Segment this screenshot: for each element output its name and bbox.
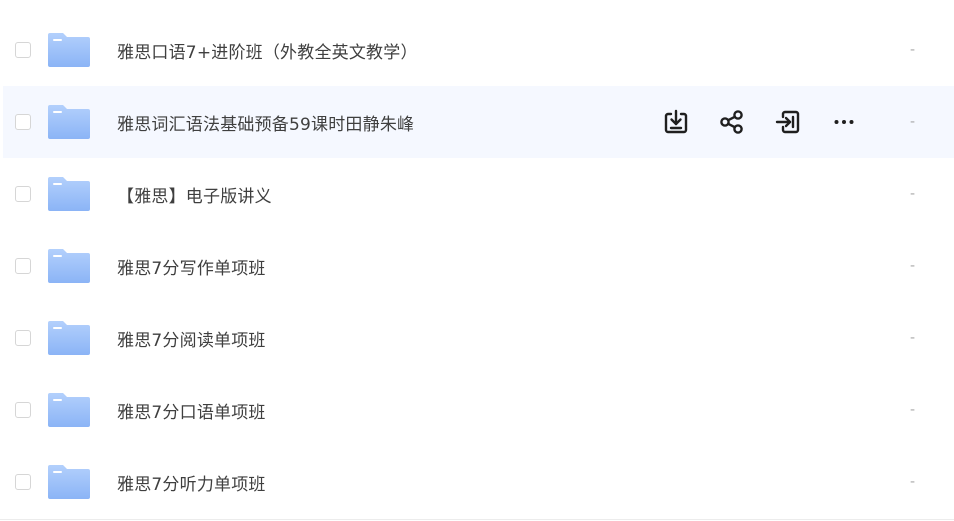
file-name[interactable]: 【雅思】电子版讲义	[117, 182, 272, 207]
file-name[interactable]: 雅思7分听力单项班	[117, 470, 266, 495]
row-checkbox[interactable]	[15, 186, 31, 202]
file-name[interactable]: 雅思7分口语单项班	[117, 398, 266, 423]
download-icon	[664, 109, 688, 134]
folder-icon	[48, 33, 90, 67]
move-to-icon	[775, 110, 800, 134]
modified-value: -	[910, 474, 916, 490]
folder-icon	[48, 321, 90, 355]
row-checkbox[interactable]	[15, 258, 31, 274]
share-icon	[720, 110, 743, 134]
list-bottom-divider	[0, 519, 954, 520]
file-row[interactable]: 雅思7分阅读单项班 -	[0, 302, 954, 374]
row-checkbox[interactable]	[15, 474, 31, 490]
modified-value: -	[910, 114, 916, 130]
folder-icon	[48, 105, 90, 139]
more-icon	[834, 120, 854, 124]
modified-value: -	[910, 42, 916, 58]
file-list: 雅思口语7+进阶班（外教全英文教学） - 雅思词汇语法基础预备59课时田静朱峰	[0, 14, 954, 518]
file-name[interactable]: 雅思7分阅读单项班	[117, 326, 266, 351]
folder-icon	[48, 249, 90, 283]
row-checkbox[interactable]	[15, 402, 31, 418]
file-row[interactable]: 雅思口语7+进阶班（外教全英文教学） -	[0, 14, 954, 86]
file-row[interactable]: 雅思7分写作单项班 -	[0, 230, 954, 302]
file-row[interactable]: 雅思7分口语单项班 -	[0, 374, 954, 446]
modified-value: -	[910, 330, 916, 346]
file-row[interactable]: 【雅思】电子版讲义 -	[0, 158, 954, 230]
file-row[interactable]: 雅思7分听力单项班 -	[0, 446, 954, 518]
file-row-hovered[interactable]: 雅思词汇语法基础预备59课时田静朱峰 -	[3, 86, 954, 158]
move-to-button[interactable]	[774, 108, 802, 136]
file-name[interactable]: 雅思口语7+进阶班（外教全英文教学）	[117, 38, 418, 63]
modified-value: -	[910, 186, 916, 202]
download-button[interactable]	[662, 108, 690, 136]
modified-value: -	[910, 258, 916, 274]
file-name[interactable]: 雅思7分写作单项班	[117, 254, 266, 279]
row-actions	[662, 108, 858, 136]
file-name[interactable]: 雅思词汇语法基础预备59课时田静朱峰	[117, 110, 414, 135]
folder-icon	[48, 177, 90, 211]
folder-icon	[48, 465, 90, 499]
share-button[interactable]	[718, 108, 746, 136]
row-checkbox[interactable]	[15, 42, 31, 58]
more-button[interactable]	[830, 108, 858, 136]
row-checkbox[interactable]	[15, 114, 31, 130]
modified-value: -	[910, 402, 916, 418]
folder-icon	[48, 393, 90, 427]
row-checkbox[interactable]	[15, 330, 31, 346]
